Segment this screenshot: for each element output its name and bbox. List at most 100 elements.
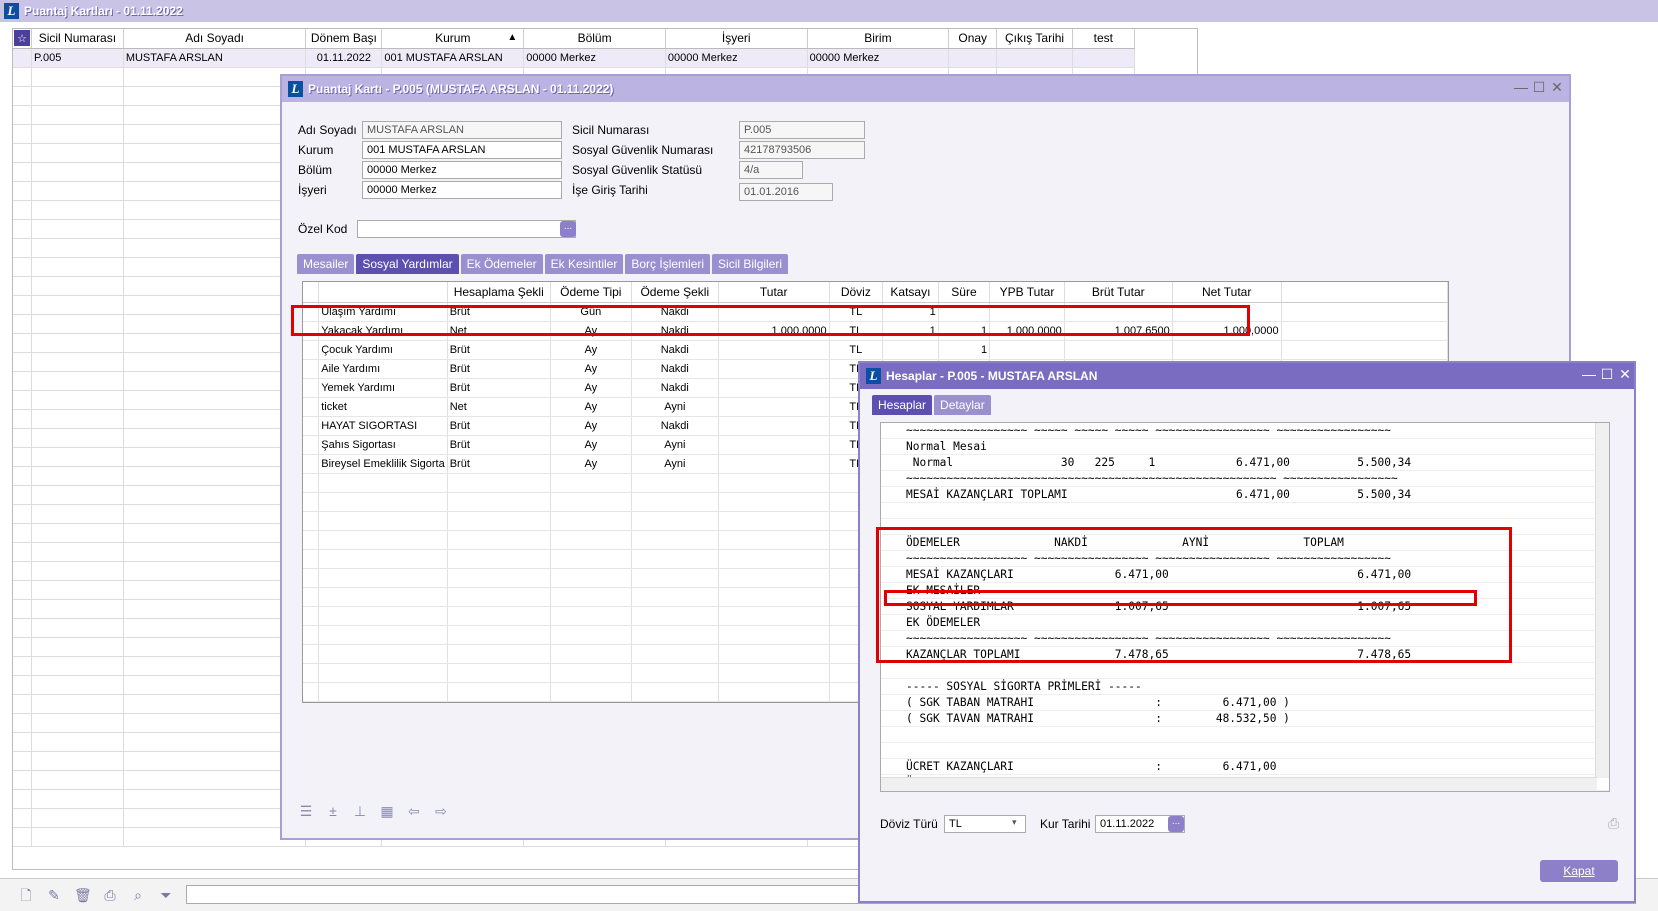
table-cell[interactable] (123, 371, 307, 391)
grid-cell[interactable] (631, 511, 719, 531)
grid-column-header[interactable]: Katsayı (882, 282, 939, 303)
table-cell[interactable] (31, 295, 124, 315)
grid-cell[interactable] (318, 568, 448, 588)
grid-cell[interactable] (318, 606, 448, 626)
table-cell[interactable] (123, 637, 307, 657)
table-cell[interactable] (123, 295, 307, 315)
grid-cell[interactable] (631, 644, 719, 664)
column-chooser-button[interactable]: ☆ (13, 29, 32, 49)
grid-column-header[interactable]: Döviz (829, 282, 884, 303)
grid-cell[interactable] (718, 587, 830, 607)
table-row[interactable]: P.005 MUSTAFA ARSLAN 01.11.2022 001 MUSTAFA… (13, 48, 1197, 68)
grid-cell[interactable]: Ay (550, 435, 632, 455)
grid-cell[interactable] (447, 530, 551, 550)
table-cell[interactable] (123, 789, 307, 809)
tab-6[interactable]: Sicil Bilgileri (712, 254, 789, 274)
grid-cell[interactable] (631, 587, 719, 607)
grid-cell[interactable] (718, 435, 830, 455)
grid-cell[interactable] (1172, 340, 1282, 360)
table-cell[interactable] (31, 314, 124, 334)
table-cell[interactable] (31, 732, 124, 752)
table-cell[interactable] (31, 409, 124, 429)
table-cell[interactable] (123, 143, 307, 163)
table-cell[interactable] (31, 827, 124, 847)
grid-settings-icon[interactable]: ▦ (378, 803, 396, 819)
grid-cell[interactable]: Ay (550, 454, 632, 474)
table-cell[interactable] (31, 219, 124, 239)
grid-cell[interactable]: Brüt (447, 302, 551, 322)
table-cell[interactable] (123, 580, 307, 600)
next-arrow-icon[interactable]: ⇨ (432, 803, 450, 819)
grid-cell[interactable]: Çocuk Yardımı (318, 340, 448, 360)
grid-cell[interactable] (318, 682, 448, 702)
column-header[interactable]: Dönem Başı (305, 29, 383, 49)
grid-cell[interactable] (447, 587, 551, 607)
table-cell[interactable] (123, 808, 307, 828)
grid-cell[interactable]: Brüt (447, 378, 551, 398)
grid-cell[interactable] (631, 473, 719, 493)
grid-cell[interactable] (1172, 302, 1282, 322)
grid-cell[interactable] (989, 302, 1065, 322)
kurum-field[interactable]: 001 MUSTAFA ARSLAN (362, 141, 562, 159)
print-icon[interactable]: ⎙ (1608, 815, 1619, 832)
grid-cell[interactable] (318, 530, 448, 550)
grid-cell[interactable] (718, 454, 830, 474)
grid-cell[interactable] (447, 511, 551, 531)
grid-cell[interactable] (447, 568, 551, 588)
table-cell[interactable] (31, 181, 124, 201)
grid-cell[interactable]: Net (447, 321, 551, 341)
grid-cell[interactable] (447, 492, 551, 512)
table-cell[interactable] (123, 713, 307, 733)
grid-cell[interactable]: Nakdi (631, 359, 719, 379)
grid-cell[interactable]: Brüt (447, 416, 551, 436)
grid-cell[interactable]: HAYAT SIGORTASI (318, 416, 448, 436)
table-cell[interactable] (123, 485, 307, 505)
grid-cell[interactable]: Bireysel Emeklilik Sigorta (318, 454, 448, 474)
column-header[interactable]: Çıkış Tarihi (996, 29, 1073, 49)
table-cell[interactable]: 00000 Merkez (523, 48, 666, 68)
hesaplar-tab-2[interactable]: Detaylar (934, 395, 991, 415)
table-cell[interactable] (31, 352, 124, 372)
table-cell[interactable] (31, 428, 124, 448)
table-cell[interactable] (123, 238, 307, 258)
grid-cell[interactable]: 1 (882, 321, 939, 341)
grid-cell[interactable] (550, 511, 632, 531)
grid-cell[interactable] (1064, 340, 1173, 360)
column-header[interactable]: Bölüm (523, 29, 666, 49)
table-cell[interactable] (31, 561, 124, 581)
grid-cell[interactable] (882, 340, 939, 360)
table-cell[interactable] (31, 542, 124, 562)
grid-cell[interactable]: Ay (550, 397, 632, 417)
tab-2[interactable]: Sosyal Yardımlar (356, 254, 459, 274)
table-cell[interactable] (31, 713, 124, 733)
table-cell[interactable] (31, 238, 124, 258)
grid-cell[interactable] (318, 473, 448, 493)
grid-column-header[interactable]: Brüt Tutar (1064, 282, 1173, 303)
minimize-icon[interactable]: — (1580, 366, 1598, 382)
grid-cell[interactable] (318, 663, 448, 683)
grid-cell[interactable]: Brüt (447, 340, 551, 360)
table-cell[interactable] (31, 770, 124, 790)
list-icon[interactable]: ☰ (297, 803, 315, 819)
grid-cell[interactable]: Ay (550, 378, 632, 398)
table-cell[interactable] (31, 86, 124, 106)
table-cell[interactable] (123, 523, 307, 543)
grid-cell[interactable]: TL (829, 340, 884, 360)
grid-cell[interactable] (318, 511, 448, 531)
grid-column-header[interactable]: YPB Tutar (989, 282, 1065, 303)
table-cell[interactable]: 001 MUSTAFA ARSLAN (381, 48, 525, 68)
grid-cell[interactable]: Nakdi (631, 302, 719, 322)
filter-icon[interactable]: ⏷ (158, 887, 174, 903)
table-cell[interactable]: 00000 Merkez (665, 48, 808, 68)
table-cell[interactable] (31, 694, 124, 714)
table-cell[interactable] (31, 656, 124, 676)
hesaplar-tab-1[interactable]: Hesaplar (872, 395, 933, 415)
grid-cell[interactable] (318, 644, 448, 664)
isyeri-field[interactable]: 00000 Merkez (362, 181, 562, 199)
table-cell[interactable] (31, 485, 124, 505)
table-cell[interactable] (996, 48, 1073, 68)
table-cell[interactable] (123, 561, 307, 581)
grid-cell[interactable]: TL (829, 321, 884, 341)
table-cell[interactable] (31, 124, 124, 144)
table-cell[interactable] (123, 124, 307, 144)
